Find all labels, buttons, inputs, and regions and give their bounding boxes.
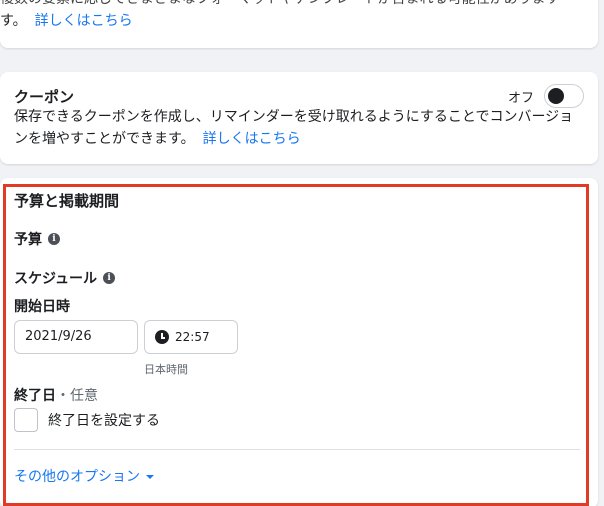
chevron-down-icon [146, 475, 154, 479]
end-date-optional: ・任意 [56, 388, 98, 404]
schedule-info-icon[interactable]: i [103, 272, 116, 284]
format-info-line2-prefix: す。 [0, 13, 27, 29]
end-date-checkbox[interactable] [14, 408, 38, 432]
more-options-label: その他のオプション [14, 469, 140, 485]
end-date-label-row: 終了日・任意 [14, 385, 98, 405]
budget-label-row: 予算 i [14, 229, 60, 249]
coupon-card: クーポン オフ 保存できるクーポンを作成し、リマインダーを受け取れるようにするこ… [0, 72, 598, 164]
more-options-button[interactable]: その他のオプション [14, 466, 154, 486]
budget-label: 予算 [14, 232, 42, 248]
coupon-description: 保存できるクーポンを作成し、リマインダーを受け取れるようにすることでコンバージョ… [14, 106, 584, 150]
format-learn-more-link[interactable]: 詳しくはこちら [35, 13, 133, 29]
format-info-line1: 複数の要素に応じてさまざまなフォーマットやテンプレートが含まれる可能性があります [0, 0, 560, 10]
coupon-toggle[interactable] [544, 84, 584, 108]
clock-icon [155, 330, 169, 344]
format-info-line2: す。 詳しくはこちら [0, 10, 133, 32]
start-datetime-label: 開始日時 [14, 299, 70, 315]
coupon-toggle-wrap: オフ [508, 84, 584, 108]
start-date-input[interactable]: 2021/9/26 [14, 320, 138, 354]
coupon-toggle-label: オフ [507, 90, 534, 106]
budget-info-icon[interactable]: i [48, 233, 60, 245]
budget-section-title: 予算と掲載期間 [14, 192, 120, 210]
toggle-knob [548, 88, 564, 104]
coupon-learn-more-link[interactable]: 詳しくはこちら [203, 131, 301, 147]
start-time-value: 22:57 [175, 330, 210, 344]
end-date-checkbox-row[interactable]: 終了日を設定する [14, 408, 160, 432]
schedule-label-row: スケジュール i [14, 268, 116, 288]
end-date-checkbox-label: 終了日を設定する [48, 413, 160, 429]
start-label-row: 開始日時 [14, 296, 70, 316]
schedule-label: スケジュール [14, 271, 98, 287]
page: 複数の要素に応じてさまざまなフォーマットやテンプレートが含まれる可能性があります… [0, 0, 604, 506]
timezone-label: 日本時間 [144, 363, 188, 376]
end-date-label: 終了日 [14, 388, 56, 404]
coupon-title: クーポン [14, 88, 75, 106]
divider [14, 449, 580, 450]
start-time-input[interactable]: 22:57 [144, 320, 238, 354]
format-info-card: 複数の要素に応じてさまざまなフォーマットやテンプレートが含まれる可能性があります… [0, 0, 598, 48]
